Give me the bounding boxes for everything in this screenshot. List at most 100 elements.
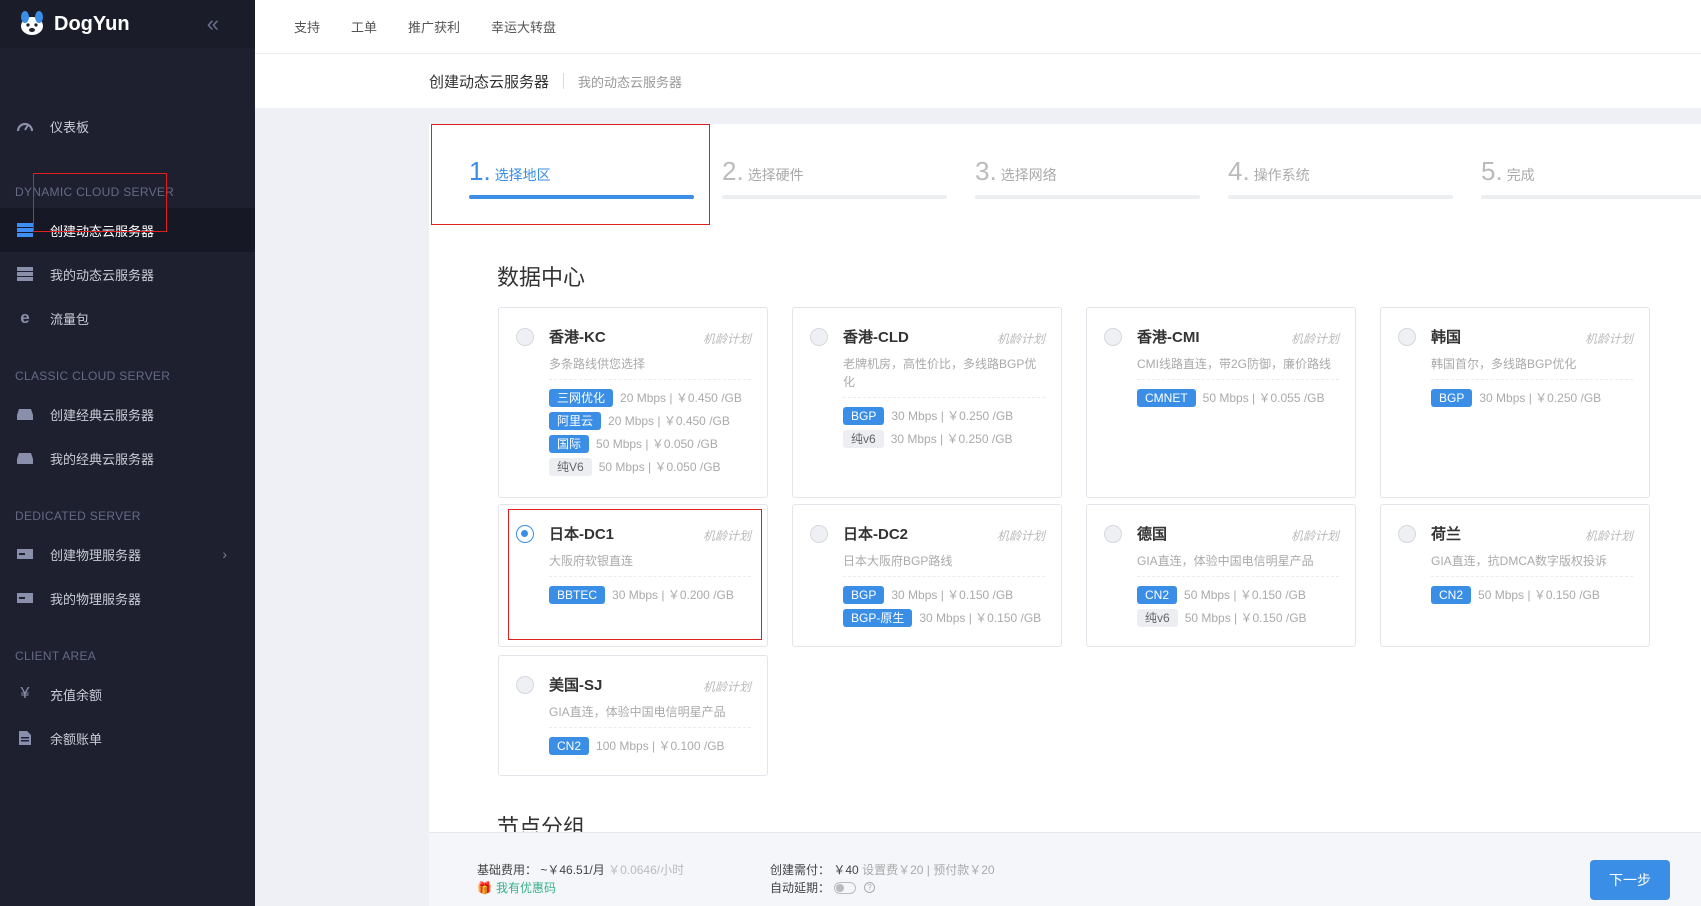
dc-radio[interactable] bbox=[1398, 328, 1416, 346]
sidebar-item-my-dynamic[interactable]: 我的动态云服务器 bbox=[0, 252, 255, 296]
sidebar-item-create-physical[interactable]: 创建物理服务器 › bbox=[0, 532, 255, 576]
sidebar-item-label: 创建物理服务器 bbox=[50, 547, 142, 563]
breadcrumb-link[interactable]: 我的动态云服务器 bbox=[578, 72, 682, 91]
dc-desc: 韩国首尔，多线路BGP优化 bbox=[1431, 355, 1633, 380]
age-plan-label[interactable]: 机龄计划 bbox=[703, 678, 751, 695]
step-label: 完成 bbox=[1506, 167, 1535, 183]
section-dynamic: DYNAMIC CLOUD SERVER bbox=[15, 185, 175, 199]
dc-card-netherlands[interactable]: 荷兰 机龄计划 GIA直连，抗DMCA数字版权投诉 CN2 50 Mbps | ￥… bbox=[1380, 504, 1650, 647]
line-tag: 阿里云 bbox=[549, 411, 602, 430]
age-plan-label[interactable]: 机龄计划 bbox=[1291, 527, 1339, 544]
step-1[interactable]: 1. 选择地区 bbox=[469, 156, 694, 199]
dc-desc: 老牌机房，高性价比，多线路BGP优化 bbox=[843, 355, 1045, 398]
dc-radio-selected[interactable] bbox=[516, 525, 534, 543]
deposit-detail: 设置费￥20 | 预付款￥20 bbox=[862, 863, 995, 877]
sidebar-item-dashboard[interactable]: 仪表板 bbox=[0, 104, 255, 148]
sidebar-item-recharge[interactable]: ¥ 充值余额 bbox=[0, 672, 255, 716]
hard-drive-icon bbox=[15, 448, 35, 468]
step-4[interactable]: 4. 操作系统 bbox=[1228, 156, 1453, 199]
dc-radio[interactable] bbox=[516, 676, 534, 694]
chevron-right-icon: › bbox=[222, 546, 227, 562]
dog-logo-icon bbox=[16, 10, 48, 38]
line-spec: 30 Mbps | ￥0.250 /GB bbox=[1479, 391, 1602, 405]
dc-desc: GIA直连，体验中国电信明星产品 bbox=[1137, 552, 1339, 577]
sidebar-item-create-dynamic[interactable]: 创建动态云服务器 bbox=[0, 208, 255, 252]
sidebar-item-my-physical[interactable]: 我的物理服务器 bbox=[0, 576, 255, 620]
dc-radio[interactable] bbox=[810, 328, 828, 346]
dc-desc: 大阪府软银直连 bbox=[549, 552, 751, 577]
dc-card-germany[interactable]: 德国 机龄计划 GIA直连，体验中国电信明星产品 CN2 50 Mbps | ￥0… bbox=[1086, 504, 1356, 647]
dc-radio[interactable] bbox=[1104, 328, 1122, 346]
help-icon[interactable]: ? bbox=[864, 882, 876, 893]
deposit-value: ￥40 bbox=[833, 863, 859, 877]
server-stack-icon bbox=[15, 264, 35, 284]
top-link-affiliate[interactable]: 推广获利 bbox=[408, 17, 460, 36]
auto-renew-label: 自动延期： bbox=[770, 881, 831, 895]
sidebar-item-label: 我的动态云服务器 bbox=[50, 267, 155, 283]
age-plan-label[interactable]: 机龄计划 bbox=[1585, 527, 1633, 544]
dc-line: BBTEC 30 Mbps | ￥0.200 /GB bbox=[549, 583, 751, 606]
section-dedicated: DEDICATED SERVER bbox=[15, 509, 141, 523]
dc-radio[interactable] bbox=[516, 328, 534, 346]
top-link-support[interactable]: 支持 bbox=[294, 17, 320, 36]
dc-radio[interactable] bbox=[1104, 525, 1122, 543]
datacenter-title: 数据中心 bbox=[497, 265, 586, 290]
age-plan-label[interactable]: 机龄计划 bbox=[703, 330, 751, 347]
dc-radio[interactable] bbox=[810, 525, 828, 543]
step-label: 选择地区 bbox=[494, 167, 551, 183]
base-fee-hourly: ￥0.0646/小时 bbox=[608, 863, 685, 877]
dc-card-korea[interactable]: 韩国 机龄计划 韩国首尔，多线路BGP优化 BGP 30 Mbps | ￥0.25… bbox=[1380, 307, 1650, 498]
dc-card-us-sj[interactable]: 美国-SJ 机龄计划 GIA直连，体验中国电信明星产品 CN2 100 Mbps … bbox=[498, 655, 768, 776]
sidebar-item-traffic[interactable]: e 流量包 bbox=[0, 296, 255, 340]
order-summary-bar: 基础费用： ~￥46.51/月 ￥0.0646/小时 🎁 我有优惠码 创建需付： … bbox=[429, 832, 1701, 906]
step-indicator: 1. 选择地区 2. 选择硬件 3. 选择网络 4. 操作系统 5. 完成 bbox=[429, 124, 1701, 224]
dc-desc: 日本大阪府BGP路线 bbox=[843, 552, 1045, 577]
age-plan-label[interactable]: 机龄计划 bbox=[997, 330, 1045, 347]
age-plan-label[interactable]: 机龄计划 bbox=[997, 527, 1045, 544]
base-fee-label: 基础费用： bbox=[477, 863, 538, 877]
next-step-button[interactable]: 下一步 bbox=[1590, 860, 1670, 900]
top-nav: 支持 工单 推广获利 幸运大转盘 bbox=[255, 0, 1701, 54]
dc-radio[interactable] bbox=[1398, 525, 1416, 543]
age-plan-label[interactable]: 机龄计划 bbox=[1585, 330, 1633, 347]
line-tag: 纯v6 bbox=[1137, 608, 1178, 627]
line-tag: CN2 bbox=[1431, 585, 1472, 604]
dc-line: CMNET 50 Mbps | ￥0.055 /GB bbox=[1137, 386, 1339, 409]
line-tag: 国际 bbox=[549, 434, 590, 453]
line-spec: 30 Mbps | ￥0.150 /GB bbox=[891, 588, 1014, 602]
dc-card-hk-kc[interactable]: 香港-KC 机龄计划 多条路线供您选择 三网优化 20 Mbps | ￥0.450… bbox=[498, 307, 768, 498]
dc-card-hk-cld[interactable]: 香港-CLD 机龄计划 老牌机房，高性价比，多线路BGP优化 BGP 30 Mbp… bbox=[792, 307, 1062, 498]
step-label: 选择网络 bbox=[1000, 167, 1057, 183]
section-client: CLIENT AREA bbox=[15, 649, 97, 663]
line-spec: 30 Mbps | ￥0.250 /GB bbox=[891, 409, 1014, 423]
age-plan-label[interactable]: 机龄计划 bbox=[1291, 330, 1339, 347]
server-stack-icon bbox=[15, 220, 35, 240]
collapse-sidebar-icon[interactable]: « bbox=[207, 11, 219, 37]
sidebar-item-bill[interactable]: 余额账单 bbox=[0, 716, 255, 760]
dc-card-jp-dc2[interactable]: 日本-DC2 机龄计划 日本大阪府BGP路线 BGP 30 Mbps | ￥0.1… bbox=[792, 504, 1062, 647]
dc-line: 国际 50 Mbps | ￥0.050 /GB bbox=[549, 432, 751, 455]
auto-renew-toggle[interactable] bbox=[834, 881, 857, 894]
page-title: 创建动态云服务器 bbox=[429, 73, 550, 91]
top-link-ticket[interactable]: 工单 bbox=[351, 17, 377, 36]
step-2[interactable]: 2. 选择硬件 bbox=[722, 156, 947, 199]
age-plan-label[interactable]: 机龄计划 bbox=[703, 527, 751, 544]
coupon-link[interactable]: 🎁 我有优惠码 bbox=[477, 879, 556, 896]
sidebar-item-create-classic[interactable]: 创建经典云服务器 bbox=[0, 392, 255, 436]
dc-line: BGP 30 Mbps | ￥0.150 /GB bbox=[843, 583, 1045, 606]
dc-card-jp-dc1[interactable]: 日本-DC1 机龄计划 大阪府软银直连 BBTEC 30 Mbps | ￥0.20… bbox=[498, 504, 768, 647]
sidebar-item-my-classic[interactable]: 我的经典云服务器 bbox=[0, 436, 255, 480]
step-number: 4. bbox=[1228, 156, 1250, 186]
line-spec: 50 Mbps | ￥0.150 /GB bbox=[1478, 588, 1600, 602]
dc-desc: CMI线路直连，带2G防御，廉价路线 bbox=[1137, 355, 1339, 380]
sidebar-item-label: 我的经典云服务器 bbox=[50, 451, 155, 467]
line-spec: 50 Mbps | ￥0.050 /GB bbox=[596, 437, 718, 451]
step-3[interactable]: 3. 选择网络 bbox=[975, 156, 1200, 199]
dc-card-hk-cmi[interactable]: 香港-CMI 机龄计划 CMI线路直连，带2G防御，廉价路线 CMNET 50 M… bbox=[1086, 307, 1356, 498]
deposit-label: 创建需付： bbox=[770, 863, 831, 877]
step-5[interactable]: 5. 完成 bbox=[1481, 156, 1701, 199]
top-link-lucky-wheel[interactable]: 幸运大转盘 bbox=[491, 17, 556, 36]
line-tag: BBTEC bbox=[549, 585, 606, 604]
step-number: 1. bbox=[469, 156, 491, 186]
logo[interactable]: DogYun « bbox=[0, 0, 255, 48]
